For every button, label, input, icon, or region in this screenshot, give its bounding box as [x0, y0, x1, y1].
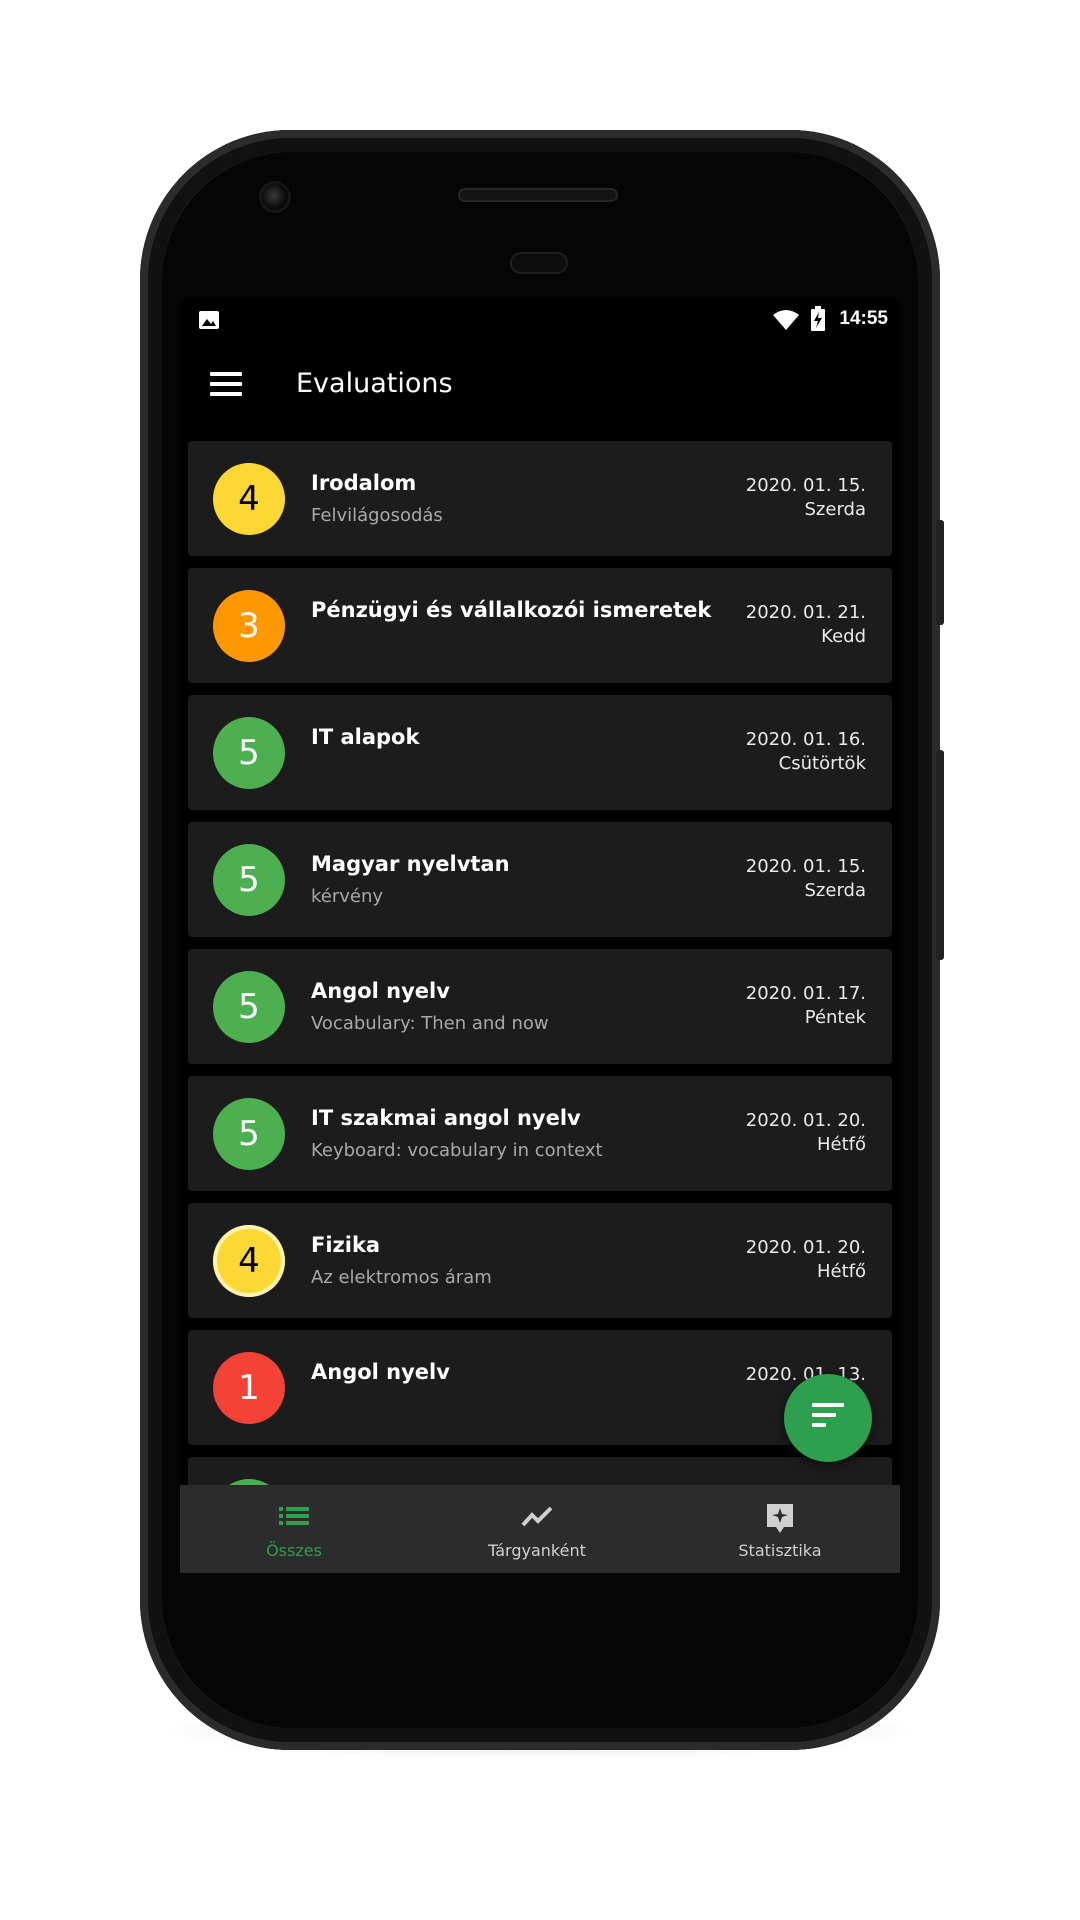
evaluation-weekday: Csütörtök: [778, 753, 866, 774]
grade-badge: 3: [213, 590, 285, 662]
bottom-navigation: Összes Tárgyanként Statisztika: [180, 1485, 900, 1573]
subject-title: Pénzügyi és vállalkozói ismeretek: [311, 598, 712, 622]
evaluation-date: 2020. 01. 16.: [745, 729, 866, 750]
evaluation-weekday: Kedd: [821, 626, 866, 647]
subject-title: Irodalom: [311, 471, 417, 495]
evaluation-date: 2020. 01. 15.: [745, 856, 866, 877]
subject-title: Angol nyelv: [311, 979, 450, 1003]
stats-star-icon: [767, 1504, 793, 1533]
evaluation-date: 2020. 01. 17.: [745, 983, 866, 1004]
earpiece-speaker: [458, 188, 618, 202]
evaluation-date: 2020. 01. 20.: [745, 1110, 866, 1131]
evaluation-card[interactable]: 5 Magyar nyelvtan kérvény 2020. 01. 15. Szer…: [188, 822, 892, 937]
front-camera: [262, 184, 288, 210]
grade-badge: 1: [213, 1352, 285, 1424]
grade-badge: 5: [213, 1098, 285, 1170]
evaluation-card[interactable]: 3 Pénzügyi és vállalkozói ismeretek 2020. …: [188, 568, 892, 683]
screen: 14:55 Evaluations 4 Irodalom Felvilágosodá…: [180, 298, 900, 1573]
status-bar: 14:55: [180, 298, 900, 342]
subject-title: Fizika: [311, 1233, 381, 1257]
subject-title: Magyar nyelvtan: [311, 852, 510, 876]
evaluation-date: 2020. 01. 15.: [745, 475, 866, 496]
evaluation-topic: Az elektromos áram: [311, 1267, 492, 1288]
evaluation-weekday: Szerda: [804, 880, 867, 901]
wifi-icon: [773, 310, 799, 330]
grade-badge: 5: [213, 717, 285, 789]
evaluation-weekday: Hétfő: [816, 1261, 866, 1282]
app-bar: Evaluations: [180, 342, 900, 436]
proximity-sensor: [510, 252, 568, 274]
evaluation-weekday: Hétfő: [816, 1134, 866, 1155]
grade-badge: 5: [213, 844, 285, 916]
evaluation-topic: Felvilágosodás: [311, 505, 443, 526]
evaluation-date: 2020. 01. 21.: [745, 602, 866, 623]
grade-badge: 4: [213, 463, 285, 535]
battery-charging-icon: [811, 306, 825, 331]
power-button: [936, 520, 944, 625]
evaluation-topic: Vocabulary: Then and now: [311, 1013, 549, 1034]
evaluation-topic: kérvény: [311, 886, 384, 907]
evaluation-date: 2020. 01. 20.: [745, 1237, 866, 1258]
page-title: Evaluations: [296, 368, 453, 399]
evaluation-card[interactable]: 4 Irodalom Felvilágosodás 2020. 01. 15. Szer…: [188, 441, 892, 556]
evaluation-card[interactable]: 5 IT szakmai angol nyelv Keyboard: vocabul…: [188, 1076, 892, 1191]
grade-badge: 5: [213, 971, 285, 1043]
trending-icon: [521, 1506, 553, 1527]
menu-icon[interactable]: [210, 372, 242, 402]
nav-item-targyankent[interactable]: Tárgyanként: [417, 1485, 657, 1573]
list-icon: [279, 1507, 309, 1525]
subject-title: IT szakmai angol nyelv: [311, 1106, 581, 1130]
sort-icon: [812, 1403, 844, 1433]
nav-item-osszes[interactable]: Összes: [180, 1485, 414, 1573]
evaluation-card[interactable]: 4 Fizika Az elektromos áram 2020. 01. 20. Hé…: [188, 1203, 892, 1318]
image-icon: [199, 311, 219, 329]
status-time: 14:55: [839, 308, 888, 329]
evaluation-card[interactable]: 5 Angol nyelv Vocabulary: Then and now 2020…: [188, 949, 892, 1064]
subject-title: Angol nyelv: [311, 1360, 450, 1384]
evaluation-weekday: Péntek: [804, 1007, 866, 1028]
subject-title: IT alapok: [311, 725, 420, 749]
grade-badge: 4: [213, 1225, 285, 1297]
evaluation-weekday: Szerda: [804, 499, 867, 520]
nav-label-targyankent: Tárgyanként: [488, 1541, 586, 1560]
nav-label-statisztika: Statisztika: [738, 1541, 822, 1560]
nav-item-statisztika[interactable]: Statisztika: [660, 1485, 900, 1573]
volume-button: [936, 750, 944, 960]
sort-button[interactable]: [784, 1374, 872, 1462]
evaluation-topic: Keyboard: vocabulary in context: [311, 1140, 603, 1161]
nav-label-osszes: Összes: [266, 1541, 322, 1560]
evaluation-card[interactable]: 5 IT alapok 2020. 01. 16. Csütörtök: [188, 695, 892, 810]
